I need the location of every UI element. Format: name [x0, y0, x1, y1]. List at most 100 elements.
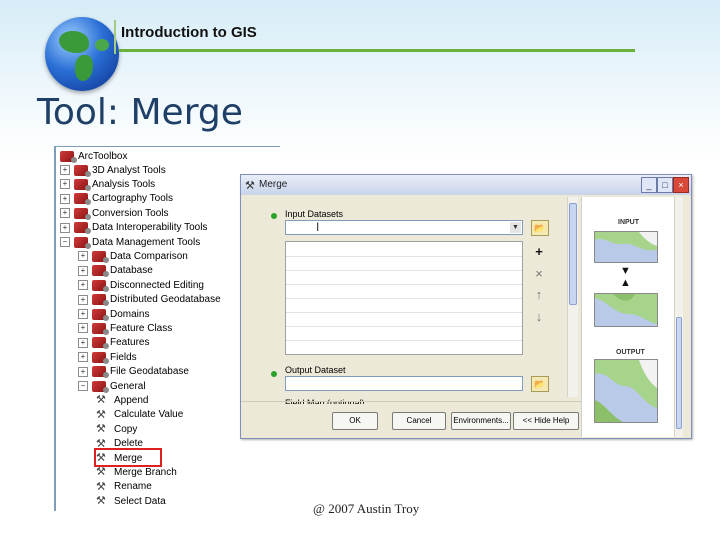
- toolbox-item[interactable]: +3D Analyst Tools: [60, 163, 166, 177]
- tree-item-label: Merge Branch: [114, 466, 177, 478]
- toolbox-icon: [74, 222, 91, 235]
- toolbox-icon: [92, 322, 109, 335]
- expand-icon[interactable]: +: [60, 208, 70, 219]
- toolset-item[interactable]: + Data Comparison: [78, 249, 188, 263]
- expand-icon[interactable]: +: [60, 179, 70, 190]
- expand-icon[interactable]: +: [78, 323, 88, 334]
- input-datasets-label: Input Datasets: [285, 209, 344, 219]
- toolbox-icon: [74, 236, 91, 249]
- course-title: Introduction to GIS: [121, 24, 257, 41]
- expand-icon[interactable]: +: [78, 265, 88, 276]
- required-indicator-icon: [271, 213, 277, 219]
- tree-item-label: Disconnected Editing: [110, 279, 204, 291]
- dialog-scrollbar[interactable]: [567, 197, 578, 397]
- tree-item-label: Select Data: [114, 495, 166, 507]
- output-dataset-field[interactable]: [285, 376, 523, 391]
- arrow-up-icon: ▲: [620, 277, 631, 289]
- toolbox-icon: [60, 150, 77, 163]
- tool-item[interactable]: ⚒ Select Data: [96, 494, 166, 508]
- tree-item-label: Data Management Tools: [92, 236, 201, 248]
- slide-footer: @ 2007 Austin Troy: [313, 501, 420, 516]
- remove-icon[interactable]: ×: [530, 266, 548, 282]
- tree-item-label: Data Comparison: [110, 250, 188, 262]
- expand-icon[interactable]: +: [78, 251, 88, 262]
- collapse-icon[interactable]: −: [78, 381, 88, 391]
- collapse-icon[interactable]: −: [60, 237, 70, 247]
- tree-item-label: Append: [114, 394, 149, 406]
- environments-button[interactable]: Environments...: [451, 412, 511, 430]
- toolset-item[interactable]: + Disconnected Editing: [78, 278, 204, 292]
- toolbox-icon: [74, 178, 91, 191]
- expand-icon[interactable]: +: [60, 193, 70, 204]
- hide-help-button[interactable]: << Hide Help: [513, 412, 579, 430]
- expand-icon[interactable]: +: [78, 294, 88, 305]
- tool-item[interactable]: ⚒ Calculate Value: [96, 408, 183, 422]
- toolset-item[interactable]: + Domains: [78, 307, 149, 321]
- toolset-item[interactable]: + File Geodatabase: [78, 365, 189, 379]
- input-datasets-list[interactable]: [285, 241, 523, 355]
- toolbox-icon: [92, 337, 109, 350]
- tool-item[interactable]: ⚒ Copy: [96, 422, 137, 436]
- toolbox-item[interactable]: + Data Interoperability Tools: [60, 221, 207, 235]
- toolbox-item[interactable]: − Data Management Tools: [60, 235, 200, 249]
- expand-icon[interactable]: +: [60, 222, 70, 233]
- expand-icon[interactable]: +: [78, 366, 88, 377]
- toolset-item[interactable]: + Distributed Geodatabase: [78, 293, 221, 307]
- move-up-icon[interactable]: ↑: [530, 287, 548, 303]
- tree-item-label: Copy: [114, 423, 138, 435]
- browse-input-button[interactable]: 📂: [531, 220, 549, 236]
- expand-icon[interactable]: +: [78, 309, 88, 319]
- minimize-icon[interactable]: _: [641, 177, 657, 193]
- cancel-button[interactable]: Cancel: [392, 412, 446, 430]
- tree-item-label: Fields: [110, 351, 137, 363]
- tree-root[interactable]: ArcToolbox: [60, 149, 127, 163]
- chevron-down-icon[interactable]: ▼: [510, 222, 521, 233]
- tree-item-label: General: [110, 380, 146, 392]
- expand-icon[interactable]: +: [78, 337, 88, 348]
- globe-logo: [45, 17, 119, 91]
- add-icon[interactable]: +: [530, 244, 548, 260]
- toolbox-item[interactable]: + Conversion Tools: [60, 206, 169, 220]
- hammer-icon: ⚒: [96, 495, 106, 508]
- ok-button[interactable]: OK: [332, 412, 378, 430]
- tree-item-label: Feature Class: [110, 322, 173, 334]
- toolset-item[interactable]: + Database: [78, 264, 153, 278]
- tool-item[interactable]: ⚒ Rename: [96, 480, 152, 494]
- toolset-item[interactable]: + Features: [78, 336, 149, 350]
- tree-item-label: Analysis Tools: [92, 178, 156, 190]
- merge-dialog: ⚒ Merge _ □ × Input Datasets I ▼ 📂 + × ↑…: [240, 174, 692, 439]
- input-datasets-field[interactable]: I ▼: [285, 220, 523, 235]
- maximize-icon[interactable]: □: [657, 177, 673, 193]
- toolset-item[interactable]: + Feature Class: [78, 321, 172, 335]
- expand-icon[interactable]: +: [78, 280, 88, 291]
- scrollbar-thumb[interactable]: [569, 203, 577, 305]
- hammer-icon: ⚒: [96, 394, 106, 407]
- tool-item[interactable]: ⚒ Merge Branch: [96, 465, 177, 479]
- expand-icon[interactable]: +: [78, 352, 88, 363]
- tree-item-label: Distributed Geodatabase: [110, 294, 221, 306]
- close-icon[interactable]: ×: [673, 177, 689, 193]
- button-bar: OK Cancel Environments... << Hide Help: [241, 401, 581, 439]
- header-rule: [119, 49, 635, 52]
- help-panel: INPUT ▼ ▲ OUTPUT: [581, 197, 683, 437]
- dialog-titlebar[interactable]: ⚒ Merge _ □ ×: [241, 175, 691, 195]
- help-input-heading: INPUT: [618, 219, 639, 226]
- browse-output-button[interactable]: 📂: [531, 376, 549, 392]
- expand-icon[interactable]: +: [60, 165, 70, 175]
- hammer-icon: ⚒: [96, 466, 106, 479]
- toolbox-item[interactable]: + Cartography Tools: [60, 192, 173, 206]
- text-cursor-icon: I: [316, 220, 320, 234]
- toolbox-item[interactable]: + Analysis Tools: [60, 177, 155, 191]
- output-dataset-label: Output Dataset: [285, 365, 346, 375]
- help-output-heading: OUTPUT: [616, 349, 645, 356]
- move-down-icon[interactable]: ↓: [530, 309, 548, 325]
- toolset-item[interactable]: − General: [78, 379, 146, 393]
- toolbox-icon: [92, 308, 109, 321]
- toolbox-icon: [92, 294, 109, 307]
- toolbox-icon: [92, 380, 109, 393]
- tree-item-label: Calculate Value: [114, 409, 184, 421]
- help-scrollbar-thumb[interactable]: [676, 317, 682, 429]
- help-scrollbar[interactable]: [674, 197, 683, 437]
- tool-item[interactable]: ⚒ Append: [96, 393, 148, 407]
- toolset-item[interactable]: + Fields: [78, 350, 137, 364]
